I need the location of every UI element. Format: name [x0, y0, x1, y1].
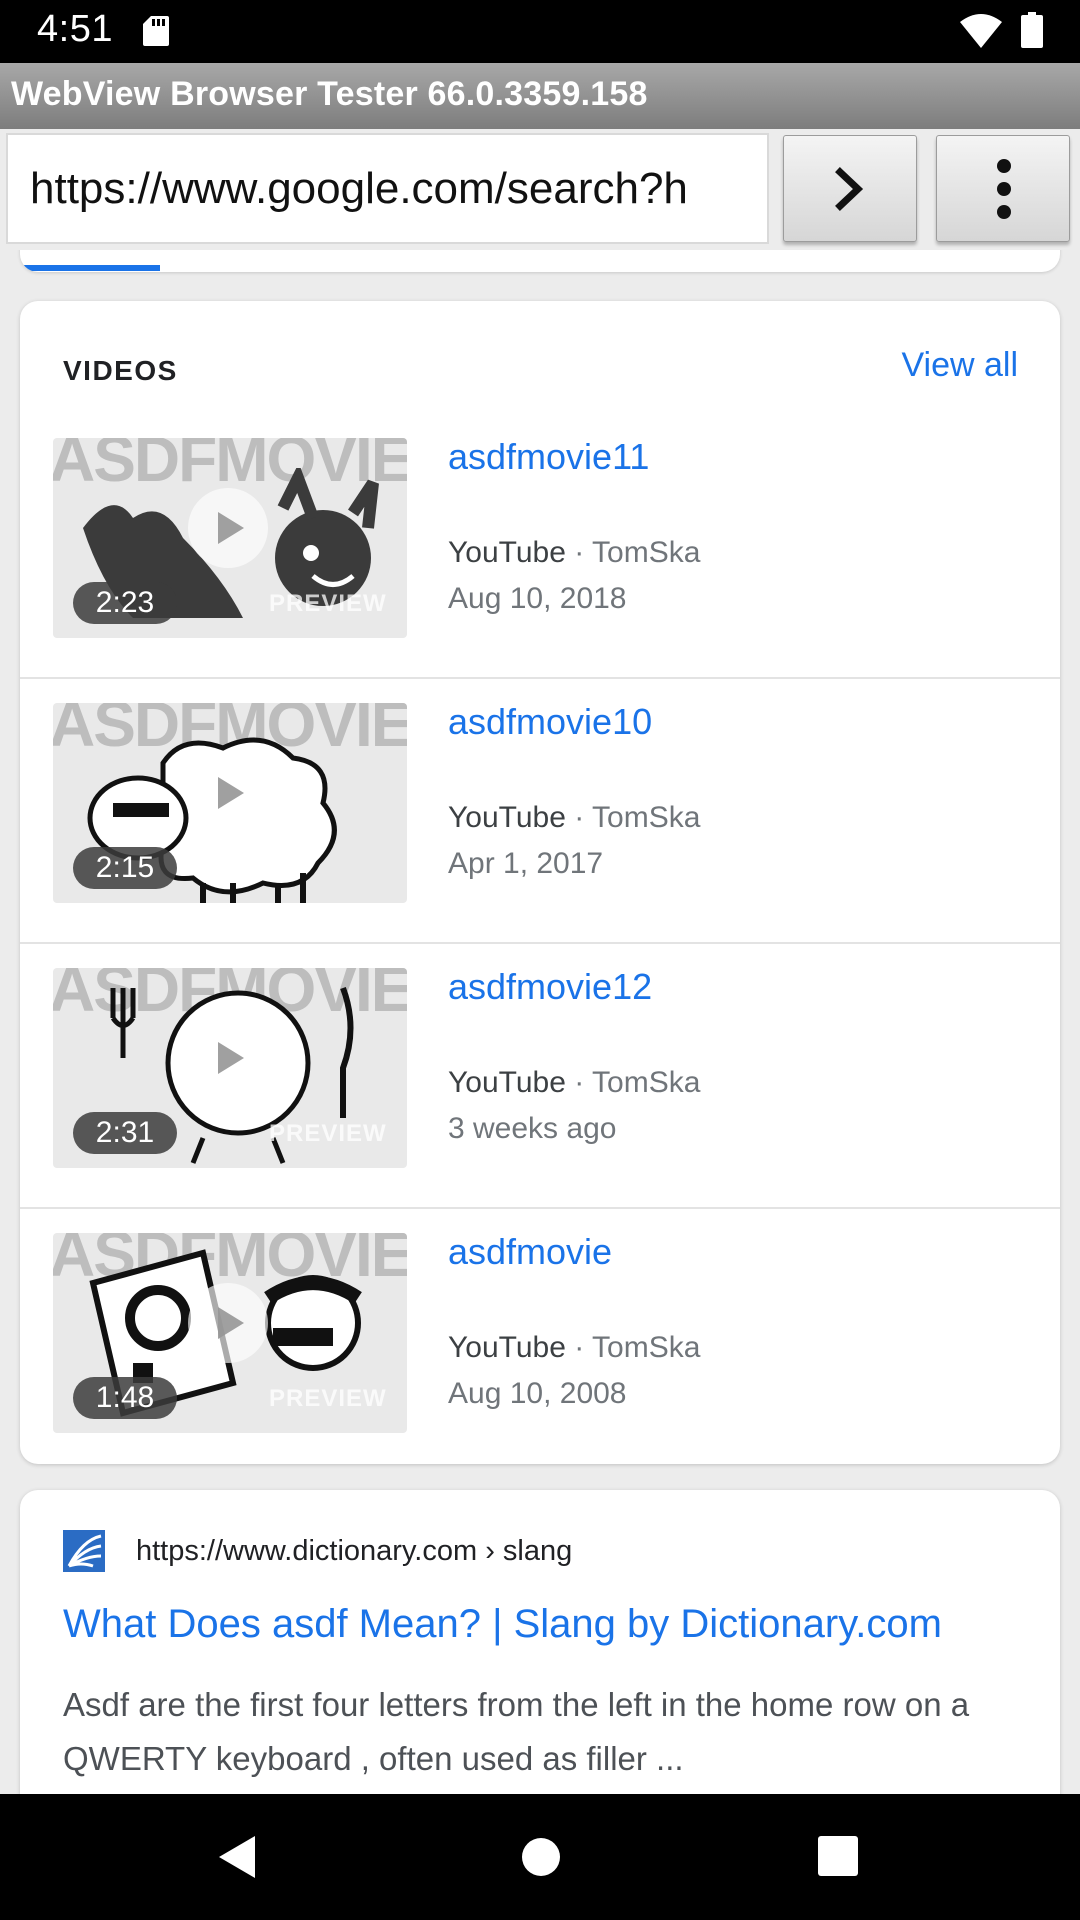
video-title[interactable]: asdfmovie [448, 1231, 612, 1273]
video-date: Aug 10, 2008 [448, 1377, 627, 1410]
video-date: Aug 10, 2018 [448, 582, 627, 615]
source-name: YouTube [448, 801, 566, 834]
video-source: YouTube · TomSka [448, 1331, 700, 1365]
result-snippet: Asdf are the first four letters from the… [63, 1686, 970, 1777]
app-title-bar: WebView Browser Tester 66.0.3359.158 [0, 63, 1080, 129]
play-icon [188, 1283, 268, 1363]
video-thumbnail[interactable]: ASDFMOVIE 1:48 PREVIEW [53, 1233, 407, 1433]
video-title[interactable]: asdfmovie12 [448, 966, 652, 1008]
video-item[interactable]: ASDFMOVIE12 2:31 PREVIEW asdfmovie12 You… [20, 944, 1060, 1209]
video-item[interactable]: ASDFMOVIE11 2:23 PREVIEW asdfmovie11 You… [20, 414, 1060, 679]
duration-badge: 2:23 [73, 582, 177, 624]
duration-badge: 2:31 [73, 1112, 177, 1154]
duration-badge: 1:48 [73, 1377, 177, 1419]
videos-card: VIDEOS View all ASDFMOVIE11 2:23 PREVIEW [20, 301, 1060, 1464]
back-icon[interactable] [215, 1832, 259, 1882]
preview-label: PREVIEW [269, 1385, 387, 1412]
view-all-link[interactable]: View all [901, 346, 1018, 385]
url-bar: https://www.google.com/search?h [0, 129, 1080, 250]
channel-name: TomSka [592, 801, 701, 834]
web-content: VIDEOS View all ASDFMOVIE11 2:23 PREVIEW [0, 250, 1080, 1794]
app-title: WebView Browser Tester 66.0.3359.158 [11, 75, 648, 113]
video-date: Apr 1, 2017 [448, 847, 604, 880]
wifi-icon [960, 14, 1002, 48]
more-vert-icon [997, 159, 1011, 219]
separator: · [565, 536, 593, 569]
video-source: YouTube · TomSka [448, 1066, 700, 1100]
video-thumbnail[interactable]: ASDFMOVIE12 2:31 PREVIEW [53, 968, 407, 1168]
navigation-bar [0, 1794, 1080, 1920]
url-input[interactable]: https://www.google.com/search?h [6, 133, 769, 244]
play-icon [188, 753, 268, 833]
source-name: YouTube [448, 536, 566, 569]
preview-label: PREVIEW [269, 1120, 387, 1147]
play-icon [188, 1018, 268, 1098]
overflow-menu-button[interactable] [936, 135, 1070, 242]
home-icon[interactable] [520, 1836, 562, 1878]
video-source: YouTube · TomSka [448, 536, 700, 570]
duration-badge: 2:15 [73, 847, 177, 889]
go-button[interactable] [783, 135, 917, 242]
play-icon [188, 488, 268, 568]
result-title[interactable]: What Does asdf Mean? | Slang by Dictiona… [63, 1602, 942, 1647]
source-name: YouTube [448, 1066, 566, 1099]
status-bar: 4:51 [0, 0, 1080, 63]
chevron-right-icon [835, 167, 864, 211]
active-tab-indicator [20, 265, 160, 271]
preview-label: PREVIEW [269, 590, 387, 617]
channel-name: TomSka [592, 536, 701, 569]
sd-card-icon [143, 16, 169, 46]
channel-name: TomSka [592, 1066, 701, 1099]
video-thumbnail[interactable]: ASDFMOVIE10 2:15 [53, 703, 407, 903]
search-result-card: https://www.dictionary.com › slang What … [20, 1490, 1060, 1794]
source-name: YouTube [448, 1331, 566, 1364]
channel-name: TomSka [592, 1331, 701, 1364]
dictionary-favicon-icon [63, 1530, 105, 1572]
status-time: 4:51 [37, 8, 113, 50]
result-url[interactable]: https://www.dictionary.com › slang [136, 1535, 572, 1568]
video-item[interactable]: ASDFMOVIE 1:48 PREVIEW asdfmovie YouTube… [20, 1209, 1060, 1474]
separator: · [565, 1066, 593, 1099]
previous-card-bottom [20, 250, 1060, 272]
video-title[interactable]: asdfmovie10 [448, 701, 652, 743]
battery-icon [1021, 12, 1043, 48]
video-item[interactable]: ASDFMOVIE10 2:15 asdfmovie10 YouTube · T… [20, 679, 1060, 944]
separator: · [565, 1331, 593, 1364]
separator: · [565, 801, 593, 834]
video-thumbnail[interactable]: ASDFMOVIE11 2:23 PREVIEW [53, 438, 407, 638]
video-date: 3 weeks ago [448, 1112, 617, 1145]
screen: 4:51 WebView Browser Tester 66.0.3359.15… [0, 0, 1080, 1920]
recents-icon[interactable] [818, 1836, 858, 1876]
video-title[interactable]: asdfmovie11 [448, 436, 649, 478]
videos-heading: VIDEOS [63, 355, 178, 386]
video-source: YouTube · TomSka [448, 801, 700, 835]
